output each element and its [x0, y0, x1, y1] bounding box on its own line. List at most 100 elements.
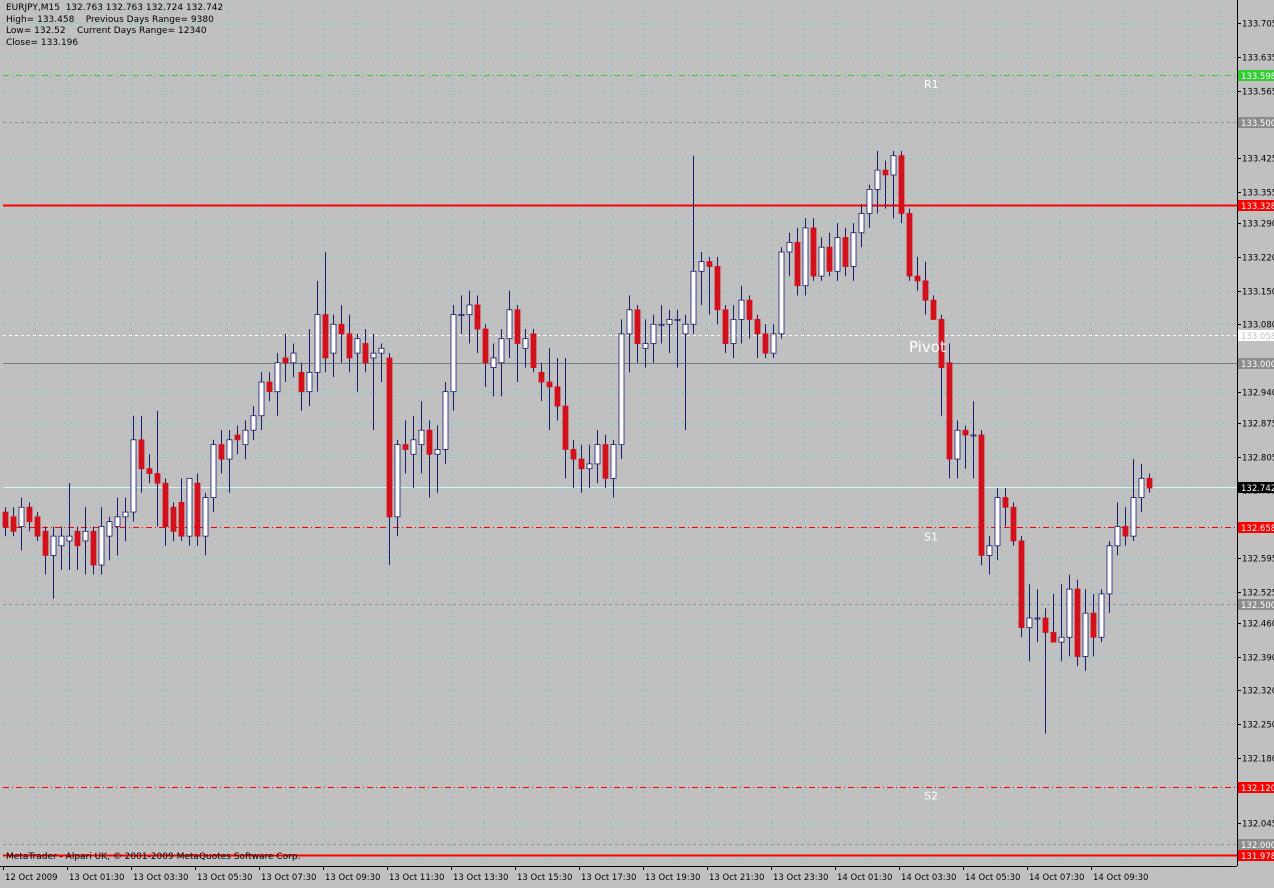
- candle-bull: [274, 362, 281, 393]
- candle-bear: [922, 280, 929, 301]
- price-label-text: 131.978: [1241, 852, 1274, 862]
- candle-bull: [1130, 497, 1137, 537]
- candle-bull: [642, 343, 649, 349]
- candle-bear: [906, 213, 913, 277]
- candle-bull: [202, 497, 209, 537]
- price-chart-svg[interactable]: 133.705 133.635 133.565 133.425 133.355 133.2…: [0, 0, 1274, 884]
- candle-bear: [530, 333, 537, 368]
- candle-bear: [1042, 617, 1049, 633]
- candle-bull: [1114, 526, 1121, 547]
- symbol-info-panel: EURJPY,M15 132.763 132.763 132.724 132.7…: [6, 3, 223, 49]
- candle-bull: [130, 439, 137, 513]
- copyright-text: MetaTrader - Alpari UK, © 2001-2009 Meta…: [6, 852, 301, 862]
- candle-bull: [122, 511, 129, 518]
- x-tick-label: 13 Oct 11:30: [389, 873, 444, 883]
- candle-bear: [722, 309, 729, 344]
- candle-bull: [1098, 593, 1105, 638]
- candle-bear: [810, 227, 817, 277]
- candle-bull: [114, 516, 121, 527]
- level-tag: S2: [924, 790, 938, 803]
- level-tag: Pivot: [909, 338, 946, 356]
- candle-bull: [1106, 545, 1113, 595]
- candle-bear: [138, 439, 145, 470]
- candle-bull: [106, 521, 113, 537]
- candle-bull: [586, 463, 593, 470]
- candle-bear: [1074, 588, 1081, 657]
- candle-bear: [1050, 632, 1057, 643]
- candle-bear: [322, 314, 329, 359]
- candle-bear: [194, 482, 201, 537]
- candle-bull: [394, 444, 401, 518]
- candle-bear: [634, 309, 641, 344]
- candle-bull: [1026, 617, 1033, 629]
- candle-bear: [570, 449, 577, 460]
- candle-bull: [890, 155, 897, 176]
- y-tick-label: 132.460: [1242, 620, 1274, 630]
- candle-bull: [690, 270, 697, 325]
- candle-bull: [650, 323, 657, 344]
- candle-bear: [162, 482, 169, 527]
- candle-bear: [346, 333, 353, 359]
- candle-bear: [474, 304, 481, 330]
- candle-bear: [794, 241, 801, 287]
- candle-bear: [562, 405, 569, 450]
- candle-bull: [210, 444, 217, 499]
- candle-bull: [354, 338, 361, 354]
- y-tick-label: 133.290: [1242, 220, 1274, 230]
- candle-bull: [786, 241, 793, 253]
- candle-bull: [850, 232, 857, 267]
- candle-bear: [338, 323, 345, 335]
- y-tick-label: 133.080: [1242, 321, 1274, 331]
- candle-bull: [58, 535, 65, 547]
- y-tick-label: 133.705: [1242, 20, 1274, 30]
- candle-bull: [242, 429, 249, 446]
- candle-bear: [706, 261, 713, 267]
- candle-bear: [962, 429, 969, 436]
- candle-bull: [98, 526, 105, 566]
- candle-bull: [370, 352, 377, 359]
- candle-bull: [738, 299, 745, 320]
- candle-bull: [858, 213, 865, 234]
- candle-bull: [594, 444, 601, 465]
- price-label-text: 132.000: [1241, 841, 1274, 851]
- candle-bear: [298, 371, 305, 393]
- candle-bull: [770, 333, 777, 354]
- candle-bull: [18, 506, 25, 527]
- x-tick-label: 13 Oct 09:30: [325, 873, 380, 883]
- candle-bear: [978, 434, 985, 556]
- y-tick-label: 132.180: [1242, 755, 1274, 765]
- candle-bull: [186, 477, 193, 537]
- candle-bear: [266, 381, 273, 393]
- y-tick-label: 133.220: [1242, 254, 1274, 264]
- chart[interactable]: 133.705 133.635 133.565 133.425 133.355 133.2…: [0, 0, 1274, 884]
- candle-bull: [258, 381, 265, 417]
- x-tick-label: 14 Oct 03:30: [901, 873, 956, 883]
- candle-bull: [778, 251, 785, 335]
- candle-bull: [330, 323, 337, 354]
- candle-bull: [226, 439, 233, 460]
- candle-bear: [746, 299, 753, 320]
- candle-bear: [1090, 612, 1097, 638]
- y-tick-label: 133.150: [1242, 288, 1274, 298]
- low-line: Low= 132.52 Current Days Range= 12340: [6, 26, 207, 36]
- candle-bear: [10, 516, 17, 532]
- x-tick-label: 13 Oct 01:30: [69, 873, 124, 883]
- candle-bear: [74, 530, 81, 547]
- candle-bull: [698, 261, 705, 272]
- candle-bull: [610, 444, 617, 479]
- y-tick-label: 132.875: [1242, 420, 1274, 430]
- x-tick-label: 13 Oct 19:30: [645, 873, 700, 883]
- candle-bull: [682, 323, 689, 335]
- candle-bull: [450, 314, 457, 393]
- candle-bull: [458, 314, 465, 317]
- candle-bull: [834, 237, 841, 272]
- candle-bear: [514, 309, 521, 344]
- x-tick-label: 13 Oct 15:30: [517, 873, 572, 883]
- price-label-text: 133.500: [1241, 119, 1274, 129]
- candle-bear: [402, 444, 409, 450]
- candle-bear: [218, 444, 225, 460]
- candle-bear: [178, 502, 185, 537]
- candle-bull: [250, 415, 257, 431]
- y-tick-label: 132.390: [1242, 654, 1274, 664]
- candle-bull: [802, 227, 809, 287]
